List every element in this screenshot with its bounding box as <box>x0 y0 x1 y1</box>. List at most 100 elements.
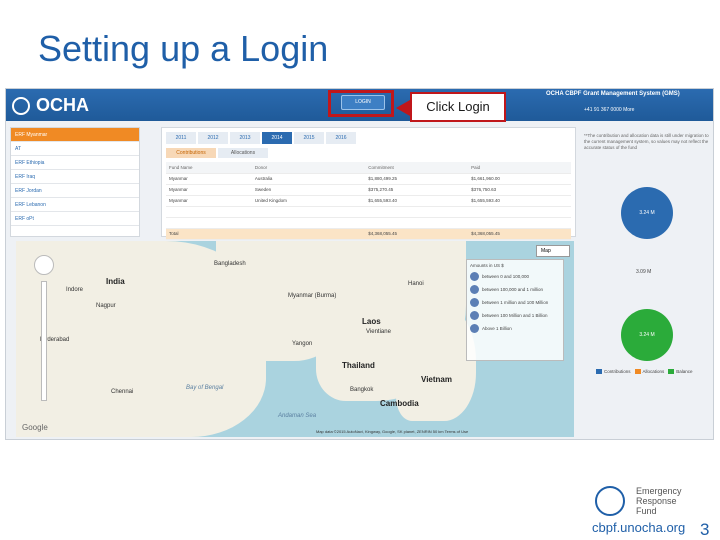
amount-legend-title: Amounts in US $ <box>470 263 504 268</box>
app-header: OCHA LOGIN OCHA CBPF Grant Management Sy… <box>6 89 713 121</box>
un-emblem-icon <box>12 96 30 115</box>
erf-line: Fund <box>636 506 657 516</box>
year-tabs: 2011 2012 2013 2014 2015 2016 <box>166 132 356 144</box>
col-fund-name[interactable]: Fund Name <box>166 162 252 174</box>
sidebar-item-erf-lebanon[interactable]: ERF Lebanon <box>11 198 139 212</box>
fund-map[interactable]: India Bangladesh Myanmar (Burma) Laos Th… <box>16 241 574 437</box>
sidebar-item-erf-jordan[interactable]: ERF Jordan <box>11 184 139 198</box>
contributions-panel: 2011 2012 2013 2014 2015 2016 Contributi… <box>161 127 576 240</box>
click-login-callout: Click Login <box>410 92 506 122</box>
map-zoom-slider[interactable] <box>41 281 47 401</box>
map-attribution[interactable]: Map data ©2015 AutoNavi, Kingway, Google… <box>316 429 468 434</box>
cell: Myanmar <box>166 184 252 196</box>
col-donor[interactable]: Donor <box>251 162 366 174</box>
legend-label: Contributions <box>604 369 631 374</box>
tab-contributions[interactable]: Contributions <box>166 148 216 158</box>
map-label-bangkok: Bangkok <box>350 387 374 393</box>
amount-dot-icon <box>470 272 479 281</box>
amount-dot-icon <box>470 311 479 320</box>
table-row: Myanmar Australia $1,880,499.25 $1,661,9… <box>166 173 571 185</box>
map-type-select[interactable]: Map <box>536 245 570 257</box>
tab-year-2015[interactable]: 2015 <box>294 132 324 144</box>
migration-note: **The contribution and allocation data i… <box>584 133 709 150</box>
sidebar-item-erf-opt[interactable]: ERF oPt <box>11 212 139 226</box>
total-commitment: $4,368,055.45 <box>365 228 469 240</box>
cell <box>251 228 366 240</box>
slide-title: Setting up a Login <box>38 28 329 69</box>
table-row <box>166 206 571 218</box>
map-label-indore: Indore <box>66 287 84 293</box>
tab-allocations[interactable]: Allocations <box>218 148 268 158</box>
callout-arrow <box>396 100 410 116</box>
un-emblem-icon <box>595 486 625 516</box>
total-row: Total $4,368,055.45 $4,368,055.45 <box>166 228 571 240</box>
amount-row: between 1 million and 100 Million <box>470 298 560 307</box>
ocha-logo[interactable]: OCHA <box>12 95 89 116</box>
fund-sidebar: ERF Myanmar AT ERF Ethiopia ERF Iraq ERF… <box>10 127 140 237</box>
total-paid: $4,368,055.45 <box>468 228 571 240</box>
table-row: Myanmar United Kingdom $1,655,593.40 $1,… <box>166 195 571 207</box>
tab-year-2012[interactable]: 2012 <box>198 132 228 144</box>
sidebar-item-erf-ethiopia[interactable]: ERF Ethiopia <box>11 156 139 170</box>
legend-label: Balance <box>676 369 693 374</box>
table-row: Myanmar Sweden $375,270.45 $376,750.63 <box>166 184 571 196</box>
gms-contact: +41 91 367 0000 More <box>584 107 635 113</box>
map-label-vietnam: Vietnam <box>421 375 452 384</box>
map-label-myanmar: Myanmar (Burma) <box>288 293 337 299</box>
cell: $1,655,593.40 <box>468 195 571 207</box>
sub-tabs: Contributions Allocations <box>166 148 268 158</box>
amount-label: between 100,000 and 1 million <box>482 287 544 292</box>
legend-item: Contributions <box>596 369 631 375</box>
tab-year-2011[interactable]: 2011 <box>166 132 196 144</box>
amount-label: Above 1 Billion <box>482 326 512 331</box>
contributions-table: Fund Name Donor Commitment Paid Myanmar … <box>166 162 571 240</box>
legend-item: Allocations <box>634 369 665 375</box>
table-row <box>166 217 571 229</box>
cell: $1,655,593.40 <box>365 195 469 207</box>
map-label-india: India <box>106 277 125 286</box>
tab-year-2013[interactable]: 2013 <box>230 132 260 144</box>
amount-dot-icon <box>470 298 479 307</box>
legend-item: Balance <box>668 369 693 375</box>
contributions-pie: 3.24 M <box>621 187 673 239</box>
sidebar-item-at[interactable]: AT <box>11 142 139 156</box>
map-label-laos: Laos <box>362 317 381 326</box>
amount-row: between 0 and 100,000 <box>470 272 560 281</box>
amount-label: between 1 million and 100 Million <box>482 300 549 305</box>
page-number: 3 <box>700 520 710 539</box>
total-label: Total <box>166 228 252 240</box>
tab-year-2014[interactable]: 2014 <box>262 132 292 144</box>
map-label-chennai: Chennai <box>111 389 134 395</box>
cell: Myanmar <box>166 195 252 207</box>
sidebar-item-erf-iraq[interactable]: ERF Iraq <box>11 170 139 184</box>
login-highlight-box <box>328 90 394 117</box>
sidebar-item-erf-myanmar[interactable]: ERF Myanmar <box>11 128 139 142</box>
amount-row: Above 1 Billion <box>470 324 560 333</box>
legend-label: Allocations <box>642 369 665 374</box>
erf-line: Response <box>636 496 677 506</box>
map-label-thailand: Thailand <box>342 361 375 370</box>
amount-dot-icon <box>470 324 479 333</box>
col-paid[interactable]: Paid <box>468 162 571 174</box>
map-label-vientiane: Vientiane <box>366 329 391 335</box>
cell: Sweden <box>251 184 366 196</box>
cell: $1,880,499.25 <box>365 173 469 185</box>
amount-label: between 100 Million and 1 Billion <box>482 313 548 318</box>
table-header: Fund Name Donor Commitment Paid <box>166 162 571 174</box>
gms-title: OCHA CBPF Grant Management System (GMS) <box>546 91 680 97</box>
map-label-nagpur: Nagpur <box>96 303 116 309</box>
erf-logo-text: Emergency Response Fund <box>636 486 682 516</box>
tab-year-2016[interactable]: 2016 <box>326 132 356 144</box>
amount-dot-icon <box>470 285 479 294</box>
google-logo: Google <box>22 423 48 432</box>
cell: $376,750.63 <box>468 184 571 196</box>
amount-row: between 100 Million and 1 Billion <box>470 311 560 320</box>
footer-url: cbpf.unocha.org <box>592 520 686 535</box>
amount-label: between 0 and 100,000 <box>482 274 530 279</box>
map-pan-control[interactable] <box>34 255 54 275</box>
app-screenshot: OCHA LOGIN OCHA CBPF Grant Management Sy… <box>5 88 714 440</box>
amount-legend: Amounts in US $ between 0 and 100,000 be… <box>466 259 564 361</box>
pie-legend: Contributions Allocations Balance <box>596 369 706 375</box>
balance-pie: 3.24 M <box>621 309 673 361</box>
col-commitment[interactable]: Commitment <box>365 162 469 174</box>
